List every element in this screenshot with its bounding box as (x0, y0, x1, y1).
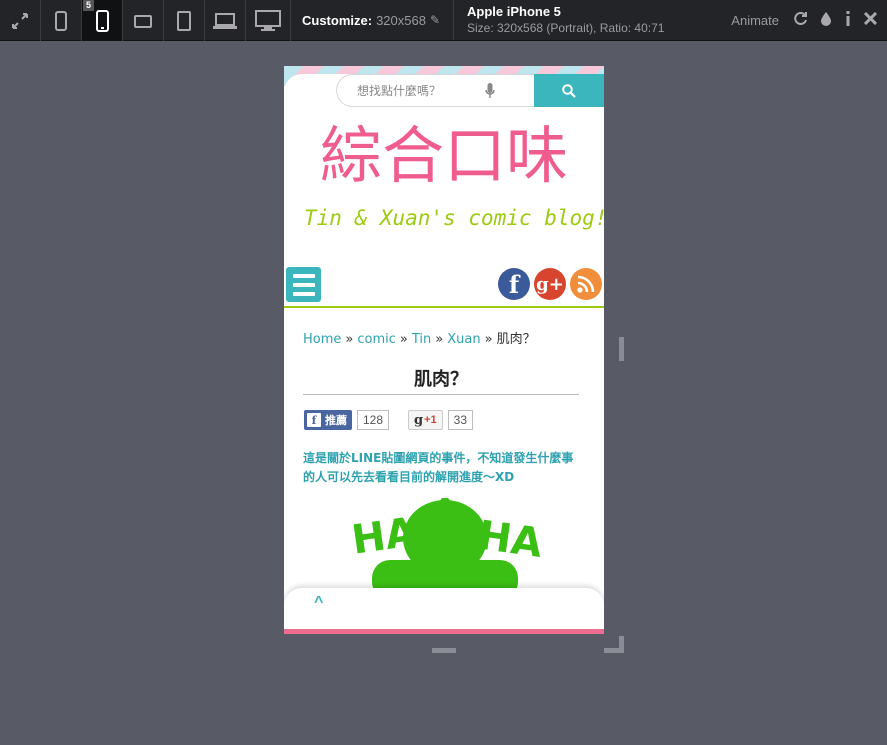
search-box (336, 74, 534, 107)
bottom-bar: ^ (284, 588, 604, 634)
google-plus-widget: g +1 33 (408, 410, 473, 430)
device-laptop-button[interactable] (205, 0, 246, 41)
search-input[interactable] (357, 83, 497, 98)
device-info: Apple iPhone 5 Size: 320x568 (Portrait),… (454, 0, 704, 40)
rss-icon[interactable] (570, 268, 602, 300)
google-plus-icon[interactable]: g+ (534, 268, 566, 300)
nav-divider (284, 306, 604, 308)
menu-button[interactable] (286, 267, 321, 302)
google-plus-label: +1 (424, 414, 437, 426)
fullscreen-button[interactable] (0, 0, 41, 41)
breadcrumb-xuan[interactable]: Xuan (447, 332, 480, 347)
device-tablet-button[interactable] (164, 0, 205, 41)
search-button[interactable] (534, 74, 604, 107)
breadcrumb-separator: » (345, 332, 354, 347)
drop-icon[interactable] (820, 11, 832, 29)
phone-small-icon (55, 10, 67, 31)
title-divider (303, 394, 579, 395)
facebook-icon[interactable]: f (498, 268, 530, 300)
resize-handle-bottom[interactable] (432, 648, 456, 653)
device-desktop-button[interactable] (246, 0, 291, 41)
customize-label: Customize: (302, 12, 373, 28)
resize-handle-right[interactable] (619, 337, 624, 361)
phone-icon (95, 9, 109, 32)
breadcrumb: Home» comic» Tin» Xuan» 肌肉？ (303, 328, 536, 347)
device-phone-small-button[interactable] (41, 0, 82, 41)
search-icon (562, 83, 576, 98)
breadcrumb-separator: » (484, 332, 493, 347)
breadcrumb-tin[interactable]: Tin (412, 332, 431, 347)
breadcrumb-current: 肌肉？ (496, 332, 536, 347)
menu-bar (292, 291, 315, 296)
logo-text: 綜合口味 (320, 122, 568, 192)
resize-handle-corner-bottom[interactable] (604, 648, 624, 653)
close-icon[interactable] (863, 11, 878, 28)
customize-value: 320x568 (376, 12, 426, 28)
microphone-icon[interactable] (485, 83, 495, 104)
laptop-icon (213, 12, 237, 29)
device-name: Apple iPhone 5 (467, 4, 561, 19)
rotate-icon[interactable] (793, 11, 808, 29)
back-to-top-button[interactable]: ^ (314, 594, 323, 612)
facebook-like-button[interactable]: f 推薦 (304, 410, 352, 430)
customize-size[interactable]: Customize: 320x568 ✎ (291, 0, 454, 40)
tablet-landscape-icon (134, 14, 152, 28)
device-size: Size: 320x568 (Portrait), Ratio: 40:71 (467, 21, 665, 35)
facebook-small-icon: f (307, 413, 321, 427)
facebook-like-count: 128 (357, 410, 390, 430)
google-plus-one-button[interactable]: g +1 (408, 410, 443, 430)
breadcrumb-home[interactable]: Home (303, 332, 341, 347)
breadcrumb-comic[interactable]: comic (357, 332, 396, 347)
device-iphone5-button[interactable]: 5 (82, 0, 123, 41)
google-plus-count: 33 (447, 410, 473, 430)
post-intro: 這是關於LINE貼圖網頁的事件，不知道發生什麼事的人可以先去看看目前的解開進度～… (303, 451, 574, 484)
pencil-icon[interactable]: ✎ (430, 13, 440, 27)
comic-image: HA HA (350, 498, 540, 598)
breadcrumb-separator: » (435, 332, 444, 347)
info-icon[interactable] (844, 11, 852, 29)
breadcrumb-separator: » (399, 332, 408, 347)
device-badge: 5 (83, 0, 95, 11)
site-tagline: Tin & Xuan's comic blog! (304, 206, 604, 230)
google-small-icon: g (414, 412, 424, 428)
fullscreen-icon (12, 12, 28, 29)
facebook-like-widget: f 推薦 128 (304, 410, 390, 430)
responsive-toolbar: 5 Customize: 320x568 ✎ Apple iPhone 5 Si… (0, 0, 887, 41)
facebook-like-label: 推薦 (325, 415, 347, 427)
post-title: 肌肉？ (414, 369, 468, 390)
device-tablet-landscape-button[interactable] (123, 0, 164, 41)
menu-bar (292, 273, 315, 278)
footer-stripe (284, 629, 604, 634)
site-logo: 綜合口味 (320, 122, 568, 192)
tablet-icon (177, 10, 191, 31)
menu-bar (292, 282, 315, 287)
toolbar-actions: Animate (731, 0, 887, 40)
animate-toggle[interactable]: Animate (731, 13, 779, 28)
device-viewport: 綜合口味 Tin & Xuan's comic blog! f g+ Home »… (284, 66, 604, 634)
desktop-icon (255, 9, 281, 31)
